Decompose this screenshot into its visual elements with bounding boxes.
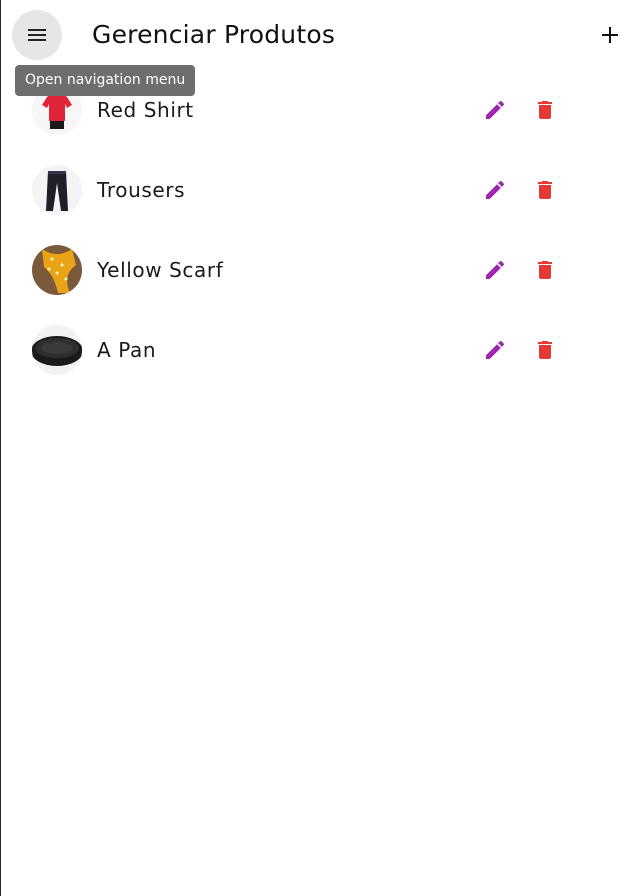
edit-button[interactable]: [477, 172, 513, 208]
product-list: Red Shirt Trousers Yellow Scarf A Pan: [1, 70, 633, 390]
product-image-yellow-scarf: [32, 245, 82, 295]
delete-button[interactable]: [527, 172, 563, 208]
product-name: Yellow Scarf: [97, 258, 224, 282]
product-name: A Pan: [97, 338, 157, 362]
trash-icon: [538, 181, 552, 199]
menu-button[interactable]: [12, 10, 62, 60]
menu-tooltip: Open navigation menu: [15, 65, 196, 96]
edit-button[interactable]: [477, 332, 513, 368]
edit-button[interactable]: [477, 252, 513, 288]
delete-button[interactable]: [527, 252, 563, 288]
list-item[interactable]: A Pan: [1, 310, 633, 390]
product-image-pan: [32, 325, 82, 375]
product-name: Trousers: [97, 178, 186, 202]
delete-button[interactable]: [527, 92, 563, 128]
edit-button[interactable]: [477, 92, 513, 128]
trash-icon: [538, 341, 552, 359]
pencil-icon: [486, 180, 505, 199]
product-image-trousers: [32, 165, 82, 215]
add-icon: [602, 27, 618, 43]
trash-icon: [538, 101, 552, 119]
list-item[interactable]: Trousers: [1, 150, 633, 230]
list-item[interactable]: Yellow Scarf: [1, 230, 633, 310]
app-bar: Gerenciar Produtos: [1, 0, 633, 70]
page-title: Gerenciar Produtos: [92, 20, 336, 49]
pencil-icon: [486, 260, 505, 279]
delete-button[interactable]: [527, 332, 563, 368]
product-name: Red Shirt: [97, 98, 194, 122]
app-window: Gerenciar Produtos Red Shirt Trousers Ye…: [0, 0, 633, 896]
menu-icon: [28, 29, 46, 41]
pencil-icon: [486, 340, 505, 359]
add-product-button[interactable]: [594, 19, 626, 51]
trash-icon: [538, 261, 552, 279]
pencil-icon: [486, 100, 505, 119]
